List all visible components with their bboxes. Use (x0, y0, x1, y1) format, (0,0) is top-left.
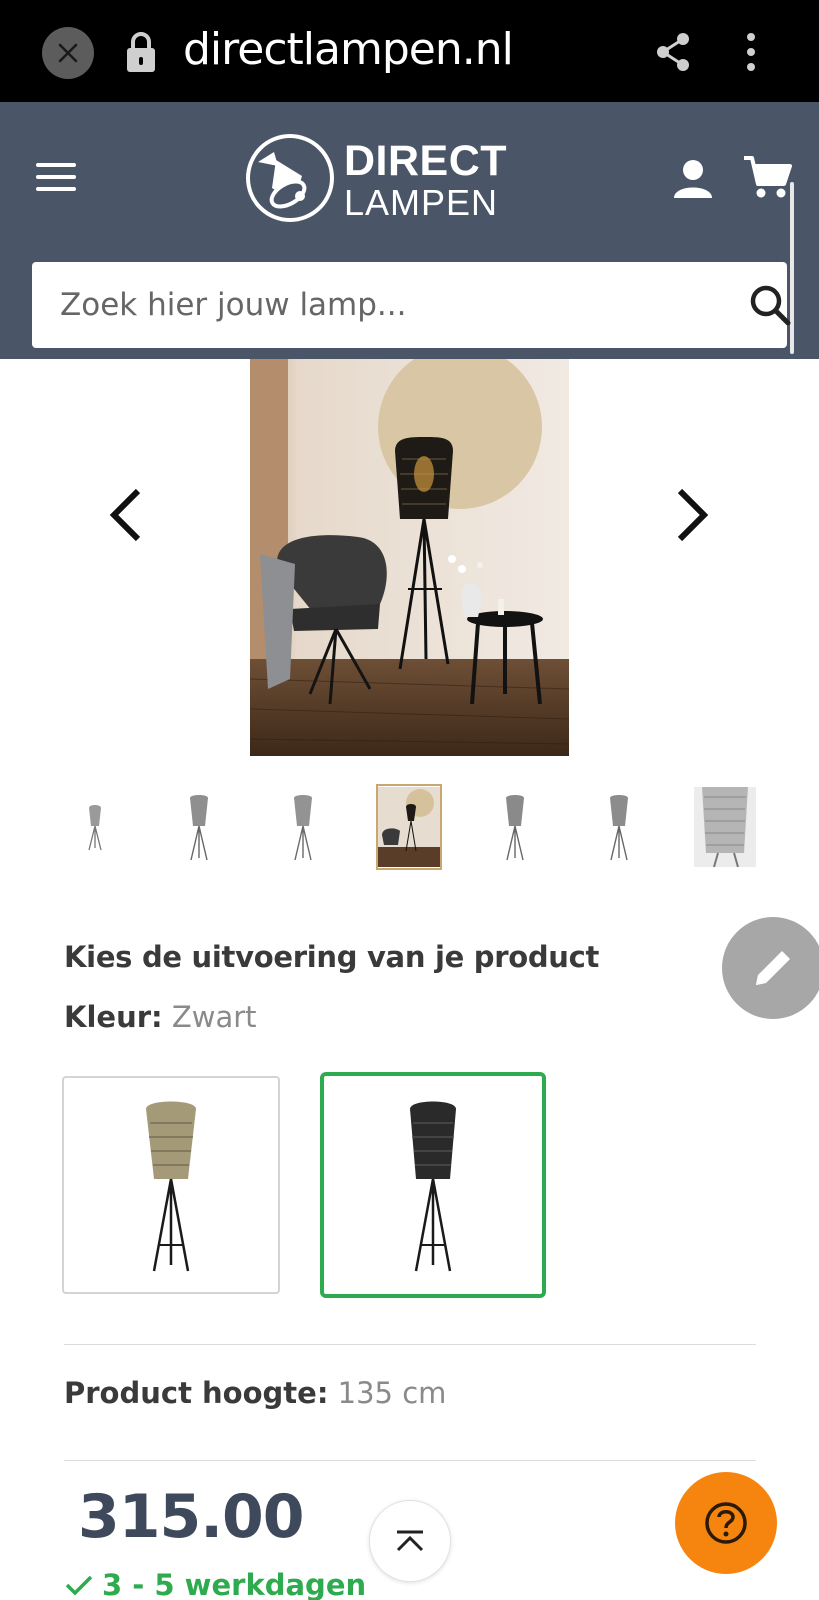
floor-lamp-thumbnail (88, 805, 102, 851)
height-value: 135 cm (337, 1376, 447, 1410)
search-bar (32, 262, 791, 348)
cart-icon[interactable] (742, 154, 792, 200)
thumbnail-5[interactable] (484, 786, 546, 868)
logo-text-direct: DIRECT (344, 137, 508, 185)
check-icon (65, 1575, 93, 1596)
delivery-time: 3 - 5 werkdagen (64, 1568, 366, 1600)
site-logo[interactable]: DIRECT LAMPEN (244, 132, 514, 223)
search-icon[interactable] (749, 284, 791, 326)
variant-option-black[interactable] (320, 1072, 546, 1298)
thumbnail-1[interactable] (64, 786, 126, 868)
black-floor-lamp-image (410, 1101, 456, 1272)
more-options-icon[interactable] (745, 32, 757, 72)
browser-toolbar: directlampen.nl (0, 0, 819, 102)
floor-lamp-thumbnail (610, 795, 628, 861)
thumbnail-4[interactable] (376, 784, 442, 870)
floor-lamp-thumbnail (294, 795, 312, 861)
edit-button[interactable] (722, 917, 819, 1019)
color-label: Kleur: (64, 1000, 163, 1034)
search-input[interactable] (32, 262, 712, 348)
thumbnail-strip (0, 784, 819, 870)
site-header: DIRECT LAMPEN (0, 102, 819, 359)
help-button[interactable] (675, 1472, 777, 1574)
chevron-right-icon[interactable] (674, 487, 710, 543)
thumbnail-7[interactable] (694, 786, 756, 868)
chevron-left-icon[interactable] (108, 487, 144, 543)
lamp-logo-icon (246, 134, 334, 222)
floor-lamp-thumbnail (190, 795, 208, 861)
thumbnail-2[interactable] (168, 786, 230, 868)
divider (64, 1460, 756, 1461)
variant-title: Kies de uitvoering van je product (64, 940, 600, 974)
product-photo (250, 359, 569, 756)
color-value: Zwart (171, 1000, 257, 1034)
product-height: Product hoogte: 135 cm (64, 1376, 446, 1410)
menu-icon[interactable] (36, 162, 76, 192)
product-gallery (0, 359, 819, 759)
question-mark-icon (705, 1502, 747, 1544)
scroll-to-top-button[interactable] (369, 1500, 451, 1582)
gold-floor-lamp-image (146, 1101, 196, 1272)
thumbnail-3[interactable] (272, 786, 334, 868)
chevron-up-icon (396, 1530, 424, 1552)
interior-thumbnail (378, 787, 440, 867)
product-main-image[interactable] (250, 359, 569, 756)
floor-lamp-thumbnail (506, 795, 524, 861)
account-icon[interactable] (672, 158, 714, 200)
close-icon (58, 43, 78, 63)
pencil-icon (756, 951, 790, 985)
height-label: Product hoogte: (64, 1376, 329, 1410)
variant-option-gold[interactable] (62, 1076, 280, 1294)
delivery-text: 3 - 5 werkdagen (102, 1568, 367, 1600)
thumbnail-6[interactable] (588, 786, 650, 868)
close-tab-button[interactable] (42, 27, 94, 79)
lock-icon (127, 32, 155, 72)
scrollbar[interactable] (790, 182, 794, 354)
product-price: 315.00 (78, 1482, 305, 1552)
lamp-detail-thumbnail (694, 787, 756, 867)
color-indicator: Kleur: Zwart (64, 1000, 257, 1034)
divider (64, 1344, 756, 1345)
share-icon[interactable] (655, 32, 691, 72)
logo-text-lampen: LAMPEN (344, 182, 499, 223)
url-bar[interactable]: directlampen.nl (183, 24, 514, 75)
